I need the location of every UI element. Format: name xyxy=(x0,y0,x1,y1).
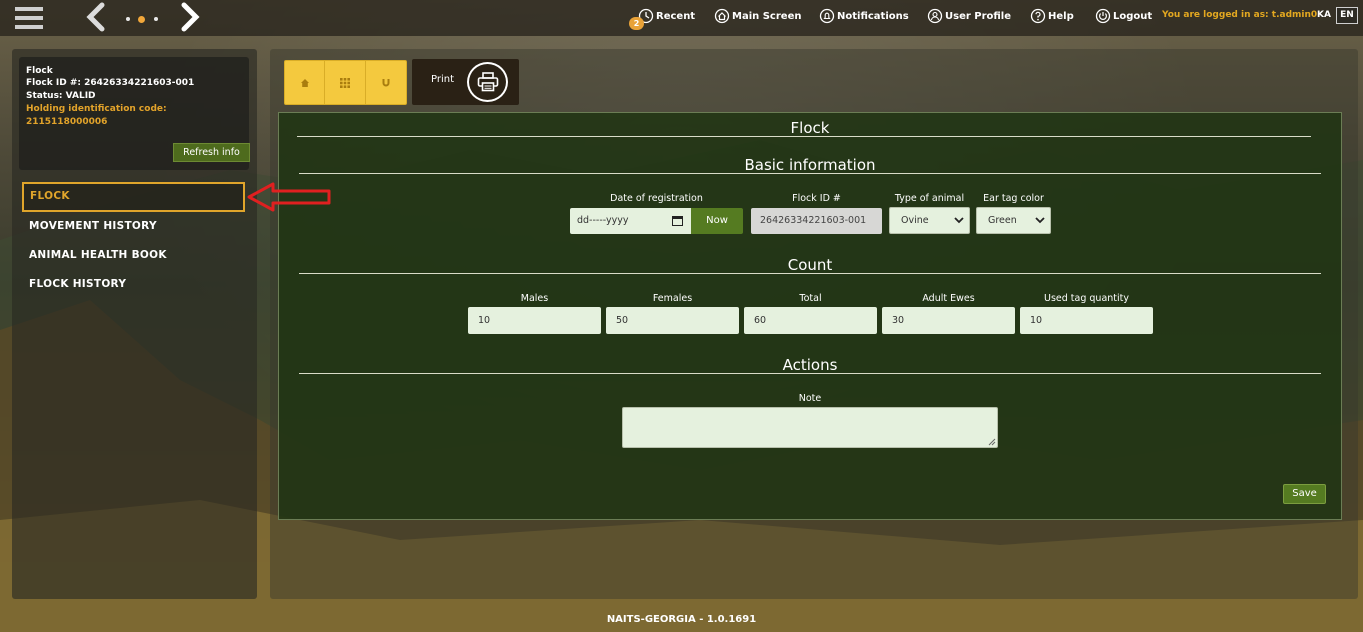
resize-grip-icon[interactable] xyxy=(988,438,996,446)
chevron-down-icon xyxy=(954,217,964,224)
note-label: Note xyxy=(798,393,822,404)
chevron-down-icon xyxy=(1035,217,1045,224)
main-screen-label: Main Screen xyxy=(732,10,802,22)
date-label: Date of registration xyxy=(610,193,703,204)
flock-form: Flock Basic information Date of registra… xyxy=(278,112,1342,520)
sidebar-item-animal-health-book[interactable]: ANIMAL HEALTH BOOK xyxy=(22,241,245,271)
magnet-button[interactable] xyxy=(366,61,406,104)
menu-icon[interactable] xyxy=(15,7,43,29)
page-dots-icon xyxy=(124,16,160,24)
help-label: Help xyxy=(1048,10,1074,22)
language-en[interactable]: EN xyxy=(1336,7,1358,24)
bell-icon xyxy=(819,8,835,24)
print-label: Print xyxy=(431,74,455,85)
actions-divider xyxy=(299,373,1321,374)
home-icon xyxy=(714,8,730,24)
basic-info-title: Basic information xyxy=(744,156,876,174)
user-profile-link[interactable]: User Profile xyxy=(927,7,1011,25)
forward-arrow-icon[interactable] xyxy=(178,2,202,32)
actions-title: Actions xyxy=(782,356,838,374)
logout-link[interactable]: Logout xyxy=(1095,7,1152,25)
user-profile-label: User Profile xyxy=(945,10,1012,22)
basic-info-divider xyxy=(299,173,1321,174)
help-link[interactable]: Help xyxy=(1030,7,1074,25)
sidebar-item-flock-history[interactable]: FLOCK HISTORY xyxy=(22,270,245,300)
print-button[interactable]: Print xyxy=(412,59,519,105)
toolbar-button-group xyxy=(284,60,407,105)
power-icon xyxy=(1095,8,1111,24)
home-icon xyxy=(300,78,309,87)
info-holding-label: Holding identification code: xyxy=(26,104,167,114)
sidebar: Flock Flock ID #: 26426334221603-001 Sta… xyxy=(12,49,257,599)
help-icon xyxy=(1030,8,1046,24)
date-of-registration-input[interactable]: dd-----yyyy xyxy=(570,208,691,234)
top-bar: Recent 2 Main Screen Notifications User … xyxy=(0,0,1363,36)
females-label: Females xyxy=(652,293,693,304)
info-status: Status: VALID xyxy=(26,91,96,101)
save-button[interactable]: Save xyxy=(1283,484,1326,504)
males-label: Males xyxy=(520,293,549,304)
ear-tag-label: Ear tag color xyxy=(983,193,1044,204)
count-title: Count xyxy=(787,256,833,274)
animal-type-value: Ovine xyxy=(901,215,929,226)
printer-icon xyxy=(467,62,508,102)
sidebar-item-flock[interactable]: FLOCK xyxy=(22,182,245,212)
language-ka[interactable]: KA xyxy=(1317,10,1331,20)
used-tag-quantity-input[interactable]: 10 xyxy=(1020,307,1153,334)
ear-tag-color-select[interactable]: Green xyxy=(976,207,1051,234)
males-input[interactable]: 10 xyxy=(468,307,601,334)
main-screen-link[interactable]: Main Screen xyxy=(714,7,801,25)
grid-icon xyxy=(340,77,351,88)
magnet-icon xyxy=(382,78,390,86)
females-input[interactable]: 50 xyxy=(606,307,739,334)
total-input[interactable]: 60 xyxy=(744,307,877,334)
notifications-link[interactable]: Notifications xyxy=(819,7,909,25)
sidebar-item-movement-history[interactable]: MOVEMENT HISTORY xyxy=(22,212,245,242)
back-arrow-icon[interactable] xyxy=(84,2,108,32)
refresh-info-button[interactable]: Refresh info xyxy=(173,143,250,162)
flock-info-card: Flock Flock ID #: 26426334221603-001 Sta… xyxy=(19,57,250,170)
adult-ewes-input[interactable]: 30 xyxy=(882,307,1015,334)
info-holding-code: 2115118000006 xyxy=(26,117,108,127)
info-flock-id: Flock ID #: 26426334221603-001 xyxy=(26,78,195,88)
user-icon xyxy=(927,8,943,24)
logged-in-text: You are logged in as: t.admin0 xyxy=(1162,10,1318,20)
animal-type-label: Type of animal xyxy=(894,193,965,204)
count-divider xyxy=(299,273,1321,274)
recent-label: Recent xyxy=(656,10,696,22)
adult-ewes-label: Adult Ewes xyxy=(922,293,975,304)
flock-id-field: 26426334221603-001 xyxy=(751,208,882,234)
ear-tag-value: Green xyxy=(988,215,1017,226)
grid-button[interactable] xyxy=(325,61,366,104)
notifications-label: Notifications xyxy=(837,10,909,22)
total-label: Total xyxy=(799,293,822,304)
recent-link[interactable]: Recent xyxy=(638,7,695,25)
now-button[interactable]: Now xyxy=(691,208,743,234)
animal-type-select[interactable]: Ovine xyxy=(889,207,970,234)
calendar-icon[interactable] xyxy=(672,216,683,226)
footer-version: NAITS-GEORGIA - 1.0.1691 xyxy=(606,614,757,625)
date-placeholder: dd-----yyyy xyxy=(577,215,629,226)
info-title: Flock xyxy=(26,66,53,76)
title-divider xyxy=(297,136,1311,137)
used-tag-quantity-label: Used tag quantity xyxy=(1044,293,1129,304)
flock-id-label: Flock ID # xyxy=(792,193,841,204)
form-title: Flock xyxy=(790,119,830,137)
recent-badge: 2 xyxy=(629,17,644,30)
red-arrow-annotation xyxy=(247,182,331,212)
note-textarea[interactable] xyxy=(622,407,998,448)
home-button[interactable] xyxy=(285,61,326,104)
logout-label: Logout xyxy=(1113,10,1153,22)
